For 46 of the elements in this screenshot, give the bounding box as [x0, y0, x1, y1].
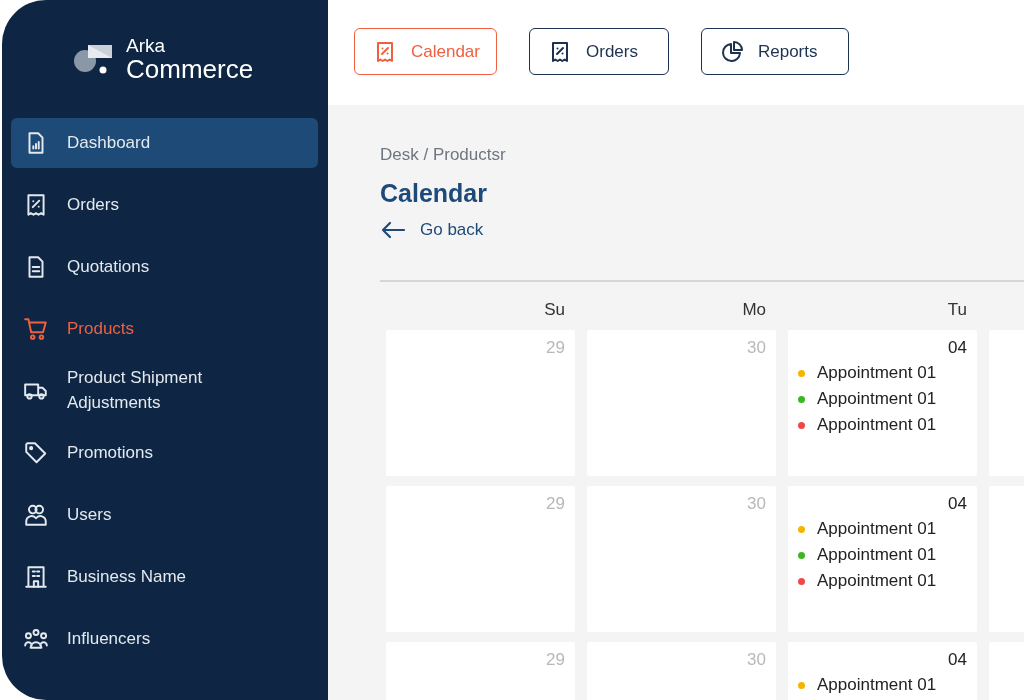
calendar-day-cell[interactable]: 04 Appointment 01 [788, 642, 977, 700]
sidebar-item[interactable]: Dashboard [11, 118, 318, 168]
sidebar-item[interactable]: Business Name [11, 552, 318, 602]
sidebar-item[interactable]: Promotions [11, 428, 318, 478]
sidebar-item[interactable]: Orders [11, 180, 318, 230]
appointment-label[interactable]: Appointment 01 [817, 571, 937, 591]
users-icon [23, 502, 49, 528]
brand-name: Arka [126, 36, 167, 55]
appointment-label[interactable]: Appointment 01 [817, 545, 937, 565]
sidebar-item[interactable]: Product Shipment Adjustments [11, 366, 318, 416]
group-icon [23, 626, 49, 652]
tab[interactable]: Reports [700, 28, 849, 75]
day-number: 04 [947, 338, 967, 358]
day-number: 29 [545, 338, 565, 358]
building-icon [23, 564, 49, 590]
sidebar-item[interactable]: Users [11, 490, 318, 540]
page-title: Calendar [380, 179, 488, 208]
appointment-label[interactable]: Appointment 01 [817, 363, 937, 383]
pie-chart-icon [719, 39, 744, 64]
day-number: 04 [947, 650, 967, 670]
weekday-header: Su [543, 300, 566, 320]
day-number: 30 [746, 494, 766, 514]
sidebar-item[interactable]: Products [11, 304, 318, 354]
tab[interactable]: Orders [529, 28, 669, 75]
weekday-header: Tu [946, 300, 968, 320]
day-number: 29 [545, 650, 565, 670]
calendar-day-cell[interactable]: 04 Appointment 01 Appointment 01 Appointment 01 [788, 330, 977, 476]
appointment-label[interactable]: Appointment 01 [817, 675, 937, 695]
back-arrow-icon [380, 220, 406, 240]
appointment-label[interactable]: Appointment 01 [817, 415, 937, 435]
day-number: 29 [545, 494, 565, 514]
breadcrumb: Desk / Productsr [380, 145, 507, 165]
day-number: 30 [746, 650, 766, 670]
weekday-header: Mo [741, 300, 767, 320]
cart-icon [23, 316, 49, 342]
sidebar-item[interactable]: Influencers [11, 614, 318, 664]
go-back-link[interactable]: Go back [380, 220, 484, 240]
tag-icon [23, 440, 49, 466]
sidebar-item[interactable]: Quotations [11, 242, 318, 292]
day-number: 30 [746, 338, 766, 358]
brand-name: Commerce [126, 56, 254, 82]
logo-icon [72, 43, 114, 75]
calendar-day-cell[interactable]: 04 Appointment 01 Appointment 01 Appointment 01 [788, 486, 977, 632]
appointment-label[interactable]: Appointment 01 [817, 389, 937, 409]
day-number: 04 [947, 494, 967, 514]
appointment-label[interactable]: Appointment 01 [817, 519, 937, 539]
